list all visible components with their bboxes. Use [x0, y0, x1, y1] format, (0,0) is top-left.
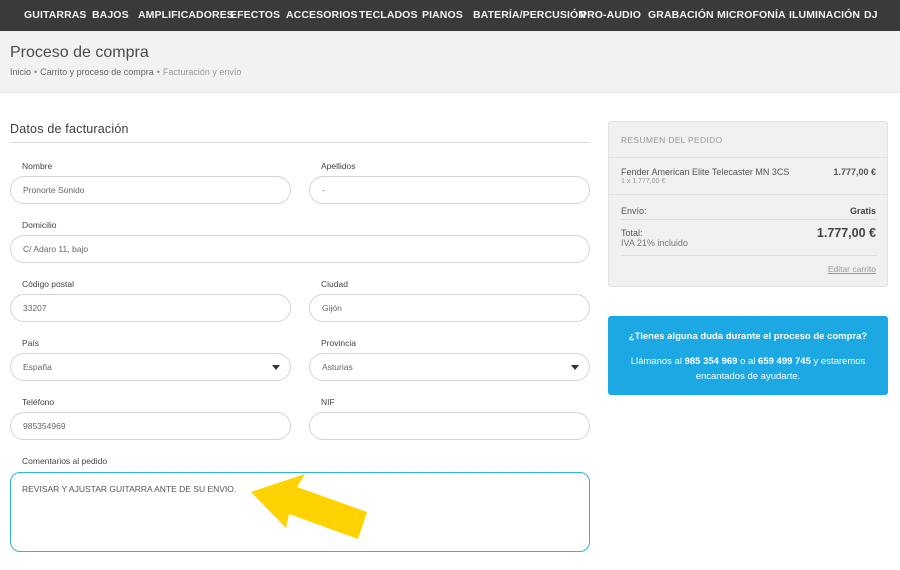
comentarios-label: Comentarios al pedido [22, 456, 108, 466]
nif-field[interactable] [309, 412, 590, 440]
annotation-arrow-icon [251, 474, 367, 539]
billing-section-title: Datos de facturación [10, 122, 129, 136]
breadcrumb-current: Facturación y envío [162, 67, 242, 77]
apellidos-field[interactable]: - [309, 176, 590, 204]
codigo-postal-value: 33207 [23, 303, 47, 313]
pais-label: País [22, 338, 40, 348]
section-divider [10, 142, 590, 143]
provincia-value: Asturias [322, 362, 353, 372]
help-text-pre: Llámanos al [630, 356, 682, 367]
order-summary: RESUMEN DEL PEDIDO Fender American Elite… [608, 121, 888, 287]
domicilio-value: C/ Adaro 11, bajo [23, 244, 89, 254]
page-title: Proceso de compra [10, 44, 149, 61]
nav-dj[interactable]: DJ [864, 9, 878, 21]
summary-divider [609, 194, 887, 195]
nif-label: NIF [321, 397, 335, 407]
caret-down-icon [571, 365, 579, 370]
provincia-select[interactable]: Asturias [309, 353, 590, 381]
total-value: 1.777,00 € [816, 226, 876, 240]
apellidos-value: - [322, 185, 325, 195]
nav-teclados[interactable]: TECLADOS [359, 9, 418, 21]
pais-value: España [23, 362, 52, 372]
breadcrumb: Inicio • Carrito y proceso de compra • Factu… [10, 67, 241, 77]
breadcrumb-home[interactable]: Inicio [10, 67, 31, 77]
nav-efectos[interactable]: EFECTOS [230, 9, 280, 21]
ciudad-label: Ciudad [321, 279, 348, 289]
summary-divider [609, 157, 887, 158]
breadcrumb-separator: • [156, 67, 160, 77]
codigo-postal-label: Código postal [22, 279, 74, 289]
product-quantity: 1 x 1.777,00 € [621, 178, 666, 185]
summary-inner-divider [621, 255, 877, 256]
summary-inner-divider [621, 219, 877, 220]
telefono-label: Teléfono [22, 397, 55, 407]
shipping-value: Gratis [849, 206, 876, 216]
total-label: Total: [621, 228, 643, 238]
telefono-value: 985354969 [23, 421, 66, 431]
breadcrumb-cart[interactable]: Carrito y proceso de compra [40, 67, 154, 77]
domicilio-field[interactable]: C/ Adaro 11, bajo [10, 235, 590, 263]
provincia-label: Provincia [321, 338, 356, 348]
page-header: Proceso de compra Inicio • Carrito y proce… [0, 31, 900, 93]
top-navigation: GUITARRAS BAJOS AMPLIFICADORES EFECTOS A… [0, 0, 900, 31]
nombre-field[interactable]: Pronorte Sonido [10, 176, 291, 204]
help-text: Llámanos al 985 354 969 o al 659 499 745… [618, 354, 878, 384]
help-phone-1[interactable]: 985 354 969 [685, 356, 738, 367]
shipping-label: Envío: [621, 206, 647, 216]
ciudad-field[interactable]: Gijón [309, 294, 590, 322]
pais-select[interactable]: España [10, 353, 291, 381]
iva-note: IVA 21% incluido [621, 238, 688, 248]
caret-down-icon [272, 365, 280, 370]
codigo-postal-field[interactable]: 33207 [10, 294, 291, 322]
help-phone-2[interactable]: 659 499 745 [758, 356, 811, 367]
summary-title: RESUMEN DEL PEDIDO [621, 135, 723, 145]
edit-cart-link[interactable]: Editar carrito [828, 264, 876, 274]
nav-guitarras[interactable]: GUITARRAS [24, 9, 87, 21]
nav-accesorios[interactable]: ACCESORIOS [286, 9, 358, 21]
help-title: ¿Tienes alguna duda durante el proceso d… [628, 331, 868, 342]
nav-bateria-percusion[interactable]: BATERÍA/PERCUSIÓN [473, 9, 586, 21]
nombre-value: Pronorte Sonido [23, 185, 85, 195]
help-box: ¿Tienes alguna duda durante el proceso d… [608, 316, 888, 395]
nav-bajos[interactable]: BAJOS [92, 9, 129, 21]
telefono-field[interactable]: 985354969 [10, 412, 291, 440]
product-price: 1.777,00 € [833, 167, 876, 177]
help-text-mid: o al [740, 356, 756, 367]
domicilio-label: Domicilio [22, 220, 57, 230]
nav-microfonia[interactable]: MICROFONÍA [717, 9, 786, 21]
ciudad-value: Gijón [322, 303, 342, 313]
nav-iluminacion[interactable]: ILUMINACIÓN [789, 9, 860, 21]
nav-grabacion[interactable]: GRABACIÓN [648, 9, 714, 21]
nombre-label: Nombre [22, 161, 53, 171]
nav-amplificadores[interactable]: AMPLIFICADORES [138, 9, 234, 21]
nav-pianos[interactable]: PIANOS [422, 9, 463, 21]
product-name: Fender American Elite Telecaster MN 3CS [621, 167, 790, 177]
breadcrumb-separator: • [34, 67, 38, 77]
nav-pro-audio[interactable]: PRO-AUDIO [580, 9, 641, 21]
apellidos-label: Apellidos [321, 161, 356, 171]
